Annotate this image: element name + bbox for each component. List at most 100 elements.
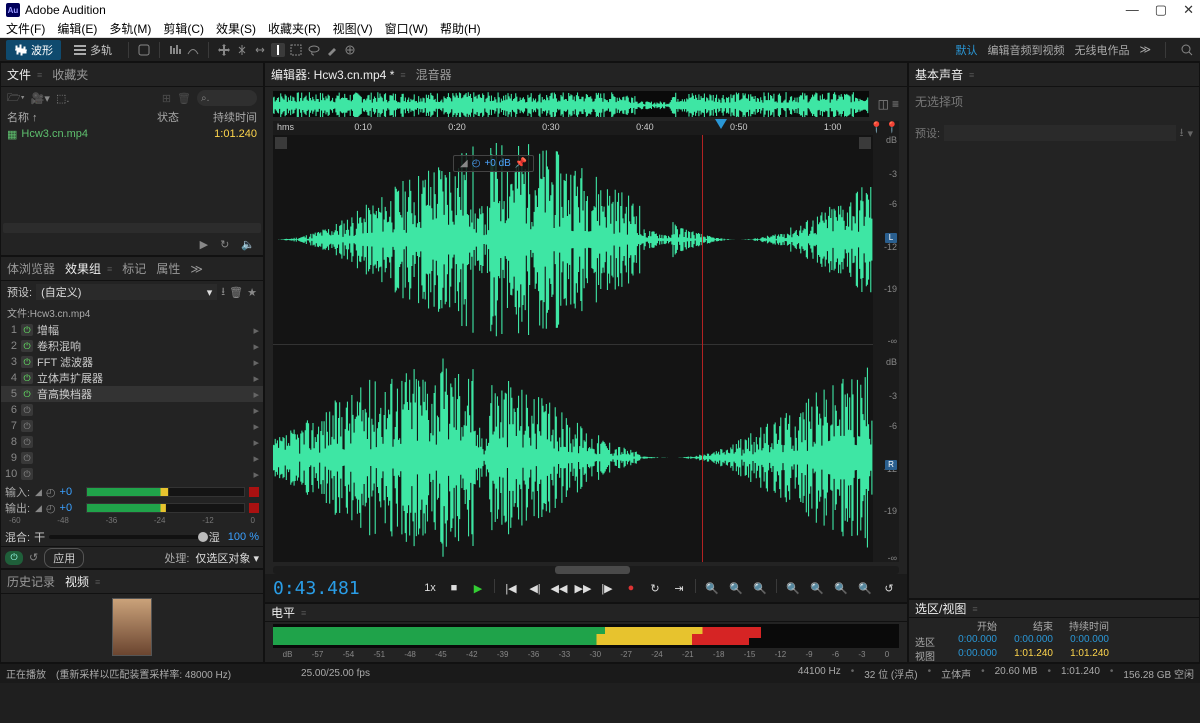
overview-waveform[interactable] <box>273 91 869 117</box>
razor-tool-icon[interactable] <box>235 43 249 57</box>
move-tool-icon[interactable] <box>217 43 231 57</box>
save-preset-icon[interactable]: ⭳ <box>221 283 225 302</box>
open-file-icon[interactable]: 🗁▾ <box>7 89 25 108</box>
record-button[interactable]: ● <box>621 579 641 597</box>
marquee-tool-icon[interactable] <box>289 43 303 57</box>
slot-power-icon[interactable]: ⏻ <box>21 420 33 432</box>
loop-icon[interactable]: ↻ <box>220 238 229 251</box>
slot-arrow-icon[interactable]: ▸ <box>253 356 259 369</box>
fx-slot[interactable]: 5⏻音高换档器▸ <box>1 386 263 402</box>
tab-history[interactable]: 历史记录 <box>7 573 55 590</box>
slot-power-icon[interactable]: ⏻ <box>21 340 33 352</box>
zoom-out-time-icon[interactable]: 🔍 <box>726 579 746 597</box>
tab-mixer[interactable]: 混音器 <box>416 66 452 83</box>
remove-icon[interactable]: 🗑 <box>177 92 191 105</box>
fx-slot[interactable]: 3⏻FFT 滤波器▸ <box>1 354 263 370</box>
zoom-out-amp-icon[interactable]: 🔍 <box>807 579 827 597</box>
rack-power-button[interactable]: ⏻ <box>5 551 23 565</box>
delete-preset-icon[interactable]: 🗑 <box>229 286 243 299</box>
timecode-display[interactable]: 0:43.481 <box>273 578 360 599</box>
tab-files[interactable]: 文件≡ <box>7 66 42 83</box>
slot-power-icon[interactable]: ⏻ <box>21 356 33 368</box>
zoom-selection-out-icon[interactable]: 🔍 <box>855 579 875 597</box>
channel-r-badge[interactable]: R <box>885 460 897 470</box>
view-multitrack-button[interactable]: 多轨 <box>65 40 120 60</box>
fx-slot[interactable]: 6⏻▸ <box>1 402 263 418</box>
record-file-icon[interactable]: 🎥▾ <box>31 92 50 105</box>
view-start[interactable]: 0:00.000 <box>941 648 997 662</box>
slip-tool-icon[interactable] <box>253 43 267 57</box>
workspace-more[interactable]: ≫ <box>1139 43 1151 56</box>
preset-dropdown[interactable]: (自定义)▾ <box>36 284 217 300</box>
tab-video[interactable]: 视频≡ <box>65 573 100 590</box>
fx-slot[interactable]: 8⏻▸ <box>1 434 263 450</box>
insert-icon[interactable]: ⊞ <box>162 92 171 105</box>
gain-hud[interactable]: ◢ ◴ +0 dB 📌 <box>453 155 534 172</box>
slot-power-icon[interactable]: ⏻ <box>21 436 33 448</box>
slot-arrow-icon[interactable]: ▸ <box>253 404 259 417</box>
zoom-in-amp-icon[interactable]: 🔍 <box>783 579 803 597</box>
menu-edit[interactable]: 编辑(E) <box>57 20 97 37</box>
mix-percent[interactable]: 100 % <box>228 531 259 543</box>
slot-arrow-icon[interactable]: ▸ <box>253 388 259 401</box>
output-gain-value[interactable]: +0 <box>60 502 82 514</box>
close-button[interactable]: ✕ <box>1183 2 1194 18</box>
zoom-selection-in-icon[interactable]: 🔍 <box>831 579 851 597</box>
output-clip-indicator[interactable] <box>249 503 259 513</box>
workspace-default[interactable]: 默认 <box>955 42 977 58</box>
pin-left-icon[interactable]: 📍 <box>870 121 884 134</box>
tab-media-browser[interactable]: 体浏览器 <box>7 260 55 277</box>
overview-options-icon[interactable]: ≡ <box>892 97 899 111</box>
fx-slot[interactable]: 1⏻增幅▸ <box>1 322 263 338</box>
playback-rate[interactable]: 1x <box>420 579 440 597</box>
lasso-tool-icon[interactable] <box>307 43 321 57</box>
slot-arrow-icon[interactable]: ▸ <box>253 340 259 353</box>
playhead-indicator[interactable] <box>715 119 727 129</box>
search-icon[interactable] <box>1180 43 1194 57</box>
view-end[interactable]: 1:01.240 <box>997 648 1053 662</box>
menu-multitrack[interactable]: 多轨(M) <box>109 20 151 37</box>
slot-power-icon[interactable]: ⏻ <box>21 372 33 384</box>
process-scope-dropdown[interactable]: 仅选区对象 ▾ <box>195 550 259 566</box>
horizontal-scrollbar[interactable] <box>273 566 899 574</box>
hud-pin-icon[interactable]: 📌 <box>515 158 527 169</box>
workspace-edit-av[interactable]: 编辑音频到视频 <box>987 42 1064 58</box>
spot-heal-icon[interactable] <box>343 43 357 57</box>
maximize-button[interactable]: ▢ <box>1155 2 1167 18</box>
tab-favorites[interactable]: 收藏夹 <box>52 66 88 83</box>
slot-power-icon[interactable]: ⏻ <box>21 324 33 336</box>
slot-arrow-icon[interactable]: ▸ <box>253 420 259 433</box>
video-thumbnail[interactable] <box>112 598 152 656</box>
menu-help[interactable]: 帮助(H) <box>440 20 481 37</box>
files-col-status[interactable]: 状态 <box>157 109 197 125</box>
pin-right-icon[interactable]: 📍 <box>885 121 899 134</box>
import-icon[interactable]: ⬚. <box>56 92 69 105</box>
file-row[interactable]: ▦Hcw3.cn.mp4 1:01.240 <box>1 125 263 143</box>
files-scrollbar[interactable] <box>3 223 261 233</box>
files-col-name[interactable]: 名称 ↑ <box>7 109 157 125</box>
zoom-reset-icon[interactable]: 🔍 <box>750 579 770 597</box>
channel-l-badge[interactable]: L <box>885 233 897 243</box>
zoom-history-back-icon[interactable]: ↺ <box>879 579 899 597</box>
forward-button[interactable]: ▶▶ <box>573 579 593 597</box>
autoplay-icon[interactable]: ▶ <box>200 238 208 251</box>
tab-levels[interactable]: 电平≡ <box>271 604 306 621</box>
slot-arrow-icon[interactable]: ▸ <box>253 436 259 449</box>
slot-power-icon[interactable]: ⏻ <box>21 388 33 400</box>
overview-channel-icon[interactable]: ◫ <box>878 97 889 111</box>
skip-selection-button[interactable]: ⇥ <box>669 579 689 597</box>
menu-favorites[interactable]: 收藏夹(R) <box>268 20 321 37</box>
fx-slot[interactable]: 7⏻▸ <box>1 418 263 434</box>
fx-slot[interactable]: 2⏻卷积混响▸ <box>1 338 263 354</box>
file-search-input[interactable]: ⌕. <box>197 90 257 106</box>
menu-file[interactable]: 文件(F) <box>6 20 45 37</box>
menu-clip[interactable]: 剪辑(C) <box>163 20 204 37</box>
time-ruler[interactable]: hms 0:100:200:300:400:501:00 📍📍 <box>273 121 899 135</box>
input-clip-indicator[interactable] <box>249 487 259 497</box>
playhead-line[interactable] <box>702 135 703 562</box>
zoom-in-time-icon[interactable]: 🔍 <box>702 579 722 597</box>
input-gain-value[interactable]: +0 <box>60 486 82 498</box>
loop-playback-button[interactable]: ↻ <box>645 579 665 597</box>
ess-preset-dropdown[interactable] <box>944 125 1176 141</box>
ess-dropdown-icon[interactable]: ▾ <box>1187 127 1193 140</box>
